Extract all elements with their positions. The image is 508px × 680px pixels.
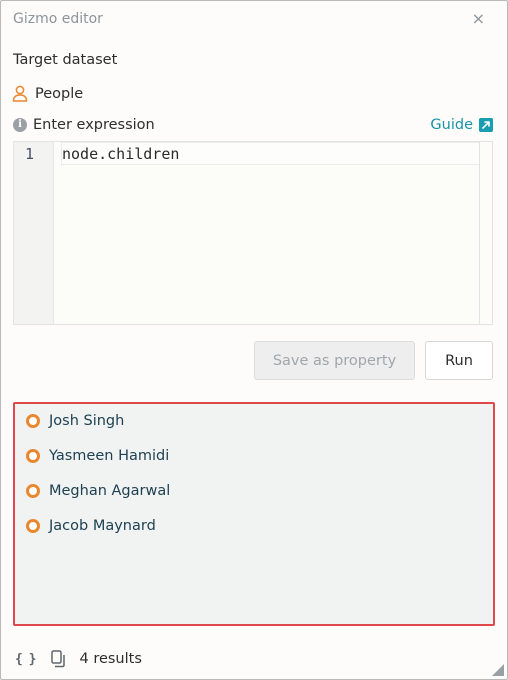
target-dataset-selector[interactable]: People bbox=[12, 85, 83, 102]
line-number-gutter: 1 bbox=[14, 142, 54, 324]
expression-editor[interactable]: 1 node.children bbox=[13, 141, 493, 325]
guide-link[interactable]: Guide bbox=[430, 117, 493, 133]
save-as-property-button[interactable]: Save as property bbox=[254, 341, 415, 380]
result-label: Josh Singh bbox=[49, 413, 125, 429]
enter-expression-label: Enter expression bbox=[33, 117, 155, 133]
editor-scrollbar[interactable] bbox=[479, 142, 492, 324]
node-circle-icon bbox=[26, 414, 40, 428]
result-item[interactable]: Josh Singh bbox=[26, 413, 124, 429]
external-link-icon bbox=[479, 118, 493, 132]
info-icon[interactable]: i bbox=[13, 118, 27, 132]
guide-label: Guide bbox=[430, 117, 473, 133]
results-count: 4 results bbox=[79, 651, 142, 667]
run-button[interactable]: Run bbox=[425, 341, 493, 380]
expression-code[interactable]: node.children bbox=[62, 145, 179, 163]
gizmo-editor-panel: Gizmo editor × Target dataset People i E… bbox=[0, 0, 508, 680]
panel-title: Gizmo editor bbox=[13, 11, 103, 27]
result-item[interactable]: Yasmeen Hamidi bbox=[26, 448, 169, 464]
resize-handle-icon[interactable] bbox=[492, 664, 504, 676]
result-item[interactable]: Jacob Maynard bbox=[26, 518, 156, 534]
result-label: Meghan Agarwal bbox=[49, 483, 171, 499]
copy-icon[interactable] bbox=[51, 650, 66, 668]
json-view-icon[interactable]: { } bbox=[15, 652, 37, 667]
result-label: Jacob Maynard bbox=[49, 518, 156, 534]
target-dataset-label: Target dataset bbox=[13, 52, 118, 68]
person-icon bbox=[12, 85, 28, 102]
result-item[interactable]: Meghan Agarwal bbox=[26, 483, 170, 499]
node-circle-icon bbox=[26, 519, 40, 533]
node-circle-icon bbox=[26, 449, 40, 463]
expression-label-row: i Enter expression Guide bbox=[13, 115, 493, 135]
results-list: Josh Singh Yasmeen Hamidi Meghan Agarwal… bbox=[13, 402, 495, 626]
results-footer: { } 4 results bbox=[15, 649, 499, 669]
close-button[interactable]: × bbox=[472, 10, 485, 28]
dataset-name: People bbox=[35, 85, 84, 102]
node-circle-icon bbox=[26, 484, 40, 498]
result-label: Yasmeen Hamidi bbox=[49, 448, 170, 464]
line-number: 1 bbox=[25, 145, 35, 163]
